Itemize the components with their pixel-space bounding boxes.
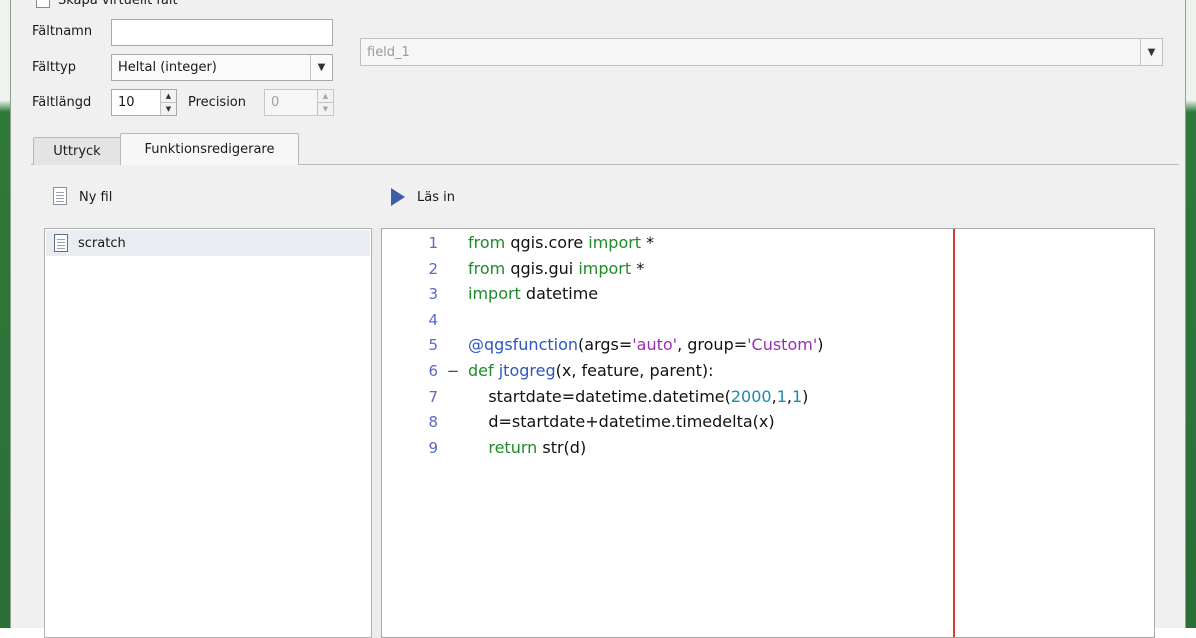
code-line: 6− def jtogreg(x, feature, parent): (382, 358, 1152, 384)
fold-marker-icon[interactable]: − (446, 358, 460, 384)
code-token: qgis.gui (505, 258, 579, 278)
field-length-label: Fältlängd (32, 95, 92, 110)
code-text: def jtogreg(x, feature, parent): (468, 358, 714, 384)
virtual-field-checkbox[interactable] (36, 0, 50, 8)
code-line: 1 from qgis.core import * (382, 230, 1152, 256)
code-token: 'Custom' (747, 335, 818, 355)
code-token: jtogreg (498, 361, 556, 380)
spin-down-icon[interactable]: ▼ (318, 102, 333, 115)
code-token: ) (802, 386, 809, 406)
precision-spinbox[interactable]: 0 ▲ ▼ (264, 89, 334, 116)
code-text: from qgis.gui import * (468, 256, 644, 282)
code-line: 7 startdate=datetime.datetime(2000,1,1) (382, 384, 1152, 410)
file-list-item[interactable]: scratch (46, 230, 370, 256)
code-token: * (631, 258, 645, 278)
line-number: 3 (428, 285, 438, 304)
line-number: 2 (428, 259, 438, 278)
load-label: Läs in (417, 189, 455, 205)
field-length-value: 10 (118, 95, 135, 110)
code-token: ) (817, 335, 824, 355)
code-token: from (468, 258, 506, 278)
code-token: qgis.core (505, 233, 589, 252)
code-token: str(d) (537, 437, 587, 457)
chevron-down-icon[interactable]: ▼ (1140, 39, 1162, 65)
code-token: 1 (776, 386, 787, 406)
new-file-button[interactable]: Ny fil (53, 187, 112, 207)
line-number: 1 (428, 234, 438, 252)
code-line: 8 d=startdate+datetime.timedelta(x) (382, 409, 1152, 435)
code-line: 4 (382, 307, 1152, 333)
new-file-icon (53, 187, 71, 207)
code-token: d=startdate+datetime.timedelta(x) (468, 412, 775, 432)
virtual-field-label: Skapa virtuellt fält (58, 0, 178, 8)
field-name-label: Fältnamn (32, 24, 93, 39)
code-text: from qgis.core import * (468, 230, 654, 256)
target-field-value: field_1 (367, 44, 410, 60)
spin-down-icon[interactable]: ▼ (161, 102, 176, 115)
spin-up-icon[interactable]: ▲ (161, 90, 176, 102)
line-number: 6 (428, 362, 438, 380)
code-token: import (468, 284, 521, 304)
code-token: def (468, 361, 494, 380)
load-button[interactable]: Läs in (391, 187, 455, 207)
code-text: @qgsfunction(args='auto', group='Custom'… (468, 332, 823, 358)
field-type-value: Heltal (integer) (118, 60, 217, 75)
play-icon (391, 187, 409, 207)
field-type-label: Fälttyp (32, 60, 77, 75)
code-line: 2 from qgis.gui import * (382, 256, 1152, 282)
precision-label: Precision (188, 95, 247, 110)
code-text: import datetime (468, 281, 598, 307)
spin-up-icon[interactable]: ▲ (318, 90, 333, 102)
line-number: 9 (428, 438, 438, 457)
chevron-down-icon[interactable]: ▼ (310, 55, 332, 80)
field-type-select[interactable]: Heltal (integer) ▼ (111, 54, 333, 81)
line-number: 8 (428, 413, 438, 432)
field-name-input[interactable] (111, 19, 333, 46)
code-token: from (468, 233, 506, 252)
line-number: 4 (428, 310, 438, 329)
code-text: d=startdate+datetime.timedelta(x) (468, 409, 775, 435)
code-token: @qgsfunction (468, 335, 579, 355)
code-editor[interactable]: 1 from qgis.core import * 2 from qgis.gui i… (381, 228, 1155, 638)
field-length-spinbox[interactable]: 10 ▲ ▼ (111, 89, 177, 116)
code-token: * (641, 233, 655, 252)
line-number: 7 (428, 387, 438, 406)
tab-expression[interactable]: Uttryck (33, 137, 121, 165)
code-token: import (578, 258, 632, 278)
splitter-handle[interactable] (372, 228, 381, 638)
code-token: import (588, 233, 642, 252)
file-name: scratch (78, 235, 126, 251)
code-token: (args= (578, 335, 633, 355)
target-field-select[interactable]: field_1 ▼ (360, 38, 1163, 66)
code-text: startdate=datetime.datetime(2000,1,1) (468, 384, 808, 410)
new-file-label: Ny fil (79, 189, 113, 205)
tab-function-editor[interactable]: Funktionsredigerare (120, 133, 299, 165)
file-icon (54, 234, 68, 252)
code-line: 5 @qgsfunction(args='auto', group='Custom… (382, 332, 1152, 358)
add-field-dialog: Skapa virtuellt fält Fältnamn Fälttyp He… (10, 0, 1186, 638)
code-token: , group= (677, 335, 748, 355)
precision-value: 0 (271, 95, 280, 110)
code-token: startdate=datetime.datetime( (468, 386, 731, 406)
code-line: 9 return str(d) (382, 435, 1152, 461)
line-number: 5 (428, 336, 438, 355)
code-token: datetime (520, 284, 599, 304)
code-token: 2000 (730, 386, 772, 406)
code-text: return str(d) (468, 435, 586, 461)
code-token: 'auto' (632, 335, 678, 355)
code-line: 3 import datetime (382, 281, 1152, 307)
code-token: (x, feature, parent): (555, 361, 714, 380)
code-token: 1 (791, 386, 803, 406)
code-token: return (488, 437, 538, 457)
file-list: scratch (44, 228, 372, 638)
